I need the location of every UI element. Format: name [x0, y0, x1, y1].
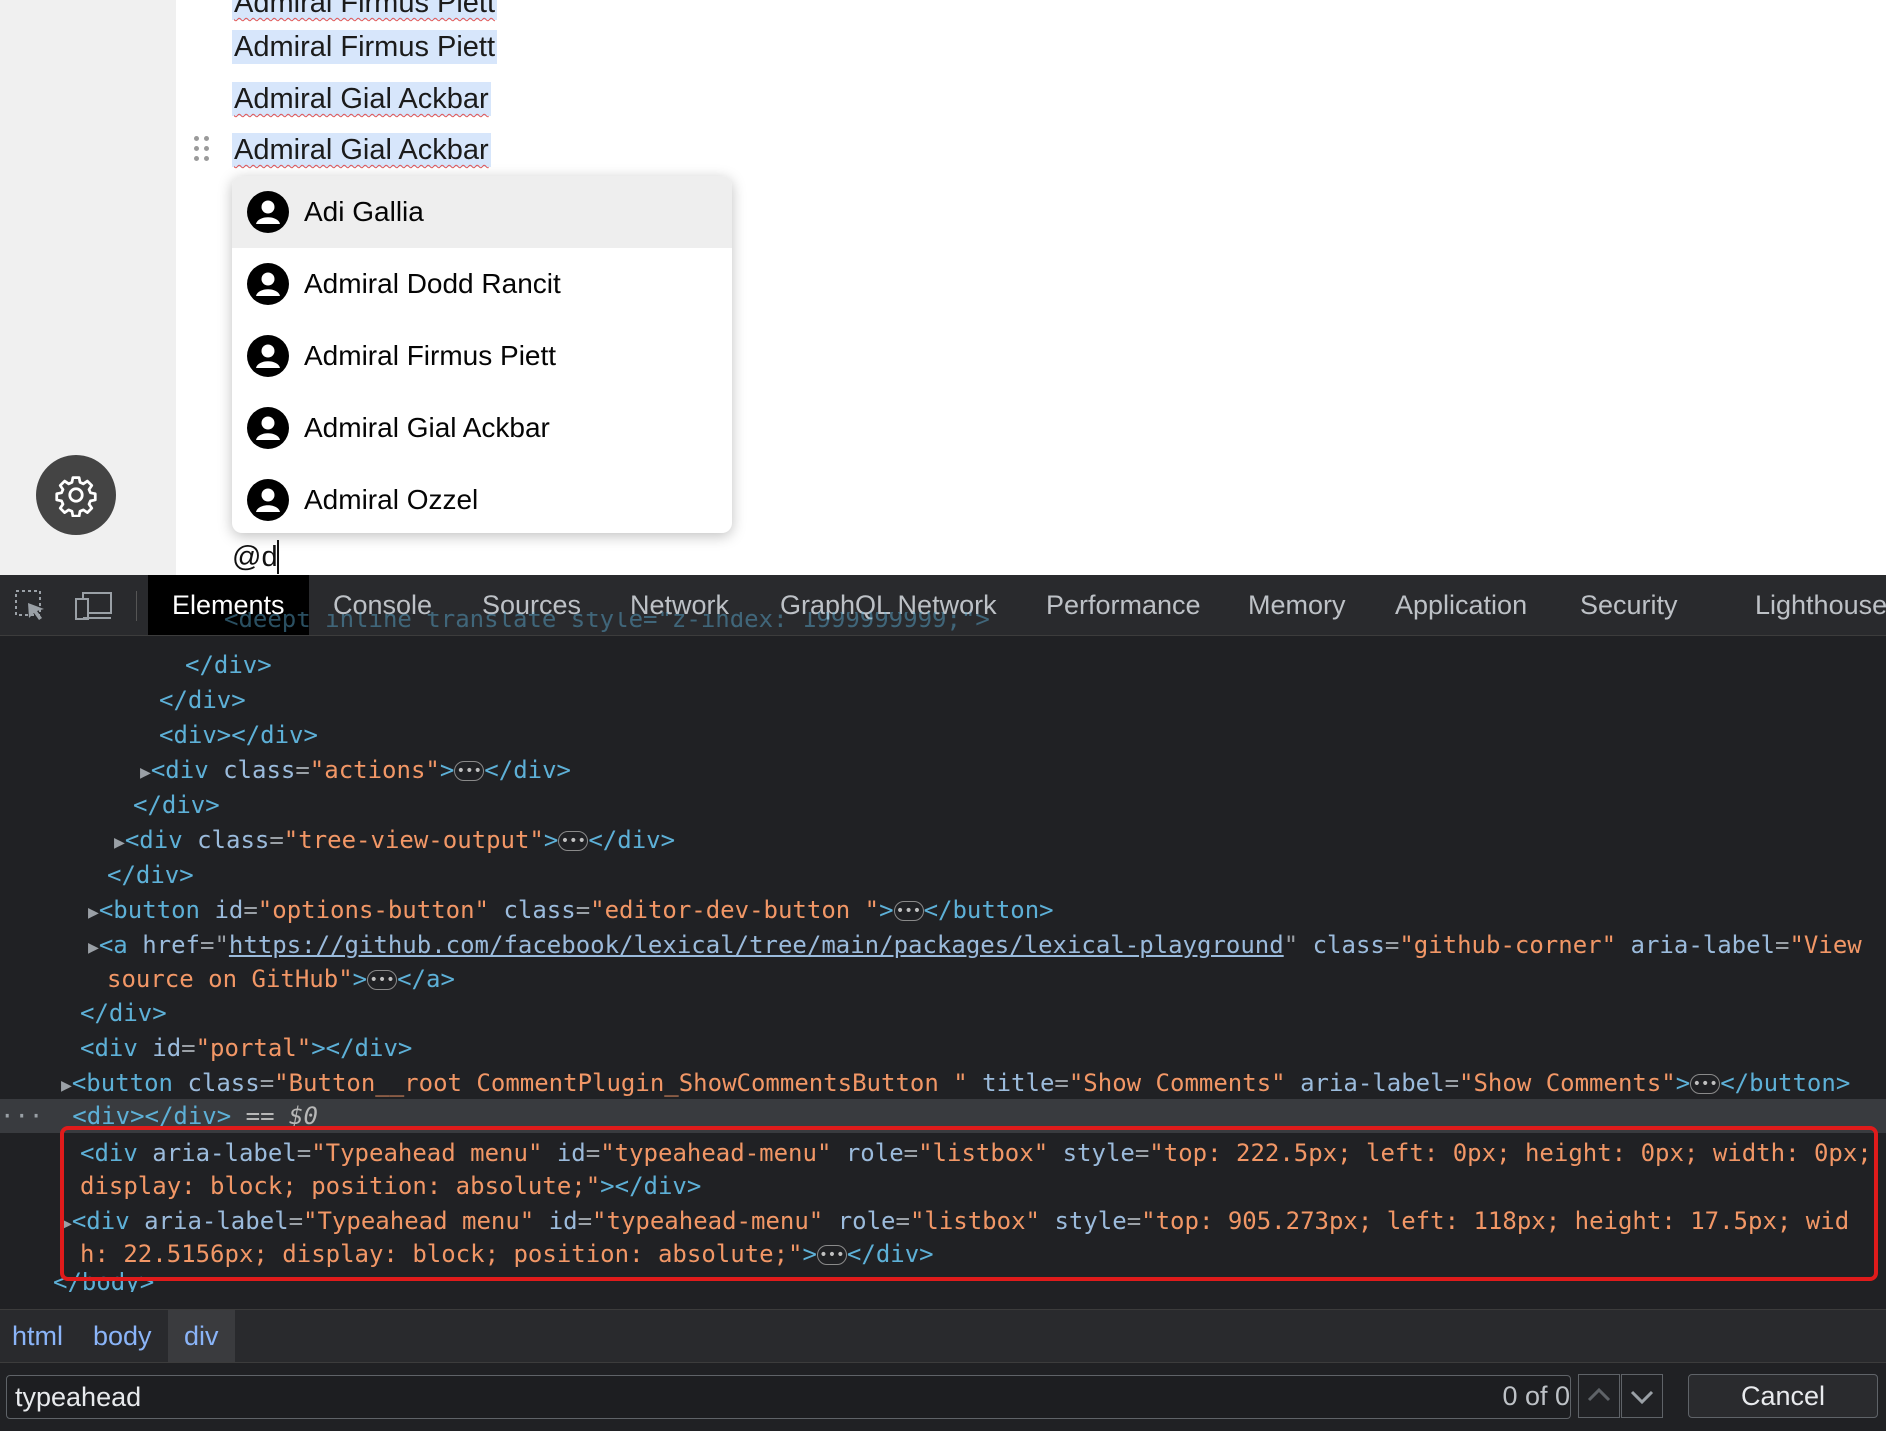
- editor-typed-text[interactable]: @d: [232, 540, 278, 574]
- typeahead-option-label: Admiral Gial Ackbar: [304, 412, 550, 443]
- typeahead-option-label: Admiral Firmus Piett: [304, 340, 557, 371]
- mention-chip[interactable]: Admiral Gial Ackbar: [232, 133, 491, 167]
- typeahead-option[interactable]: Admiral Gial Ackbar: [232, 392, 732, 464]
- dom-node-line[interactable]: </div>: [107, 858, 194, 892]
- dom-node-line[interactable]: ▶<div class="actions"> •••</div>: [140, 753, 571, 787]
- next-match-button[interactable]: [1621, 1374, 1663, 1418]
- breadcrumb-body[interactable]: body: [93, 1310, 152, 1362]
- user-avatar-icon: [247, 191, 289, 233]
- breadcrumb-html[interactable]: html: [12, 1310, 63, 1362]
- drag-handle-icon[interactable]: [194, 136, 212, 164]
- typeahead-option[interactable]: Adi Gallia: [232, 176, 732, 248]
- toolbar-separator: [136, 591, 137, 621]
- expand-triangle-icon[interactable]: ▶: [114, 832, 125, 853]
- annotation-highlight-box: [60, 1126, 1878, 1281]
- settings-button[interactable]: [36, 455, 116, 535]
- expand-triangle-icon[interactable]: ▶: [140, 762, 151, 783]
- breadcrumb: html body div: [0, 1309, 1886, 1362]
- dom-node-line[interactable]: ▶<a href="https://github.com/facebook/le…: [88, 928, 1862, 962]
- chevron-up-icon: [1587, 1387, 1611, 1402]
- typeahead-option[interactable]: Admiral Dodd Rancit: [232, 248, 732, 320]
- typeahead-option[interactable]: Admiral Firmus Piett: [232, 320, 732, 392]
- expand-triangle-icon[interactable]: ▶: [88, 937, 99, 958]
- tab-security[interactable]: Security: [1580, 575, 1678, 635]
- dom-node-line[interactable]: ▶<button id="options-button" class="edit…: [88, 893, 1054, 927]
- expand-triangle-icon[interactable]: ▶: [88, 902, 99, 923]
- typeahead-menu: Adi Gallia Admiral Dodd Rancit Admiral F…: [232, 176, 732, 533]
- previous-match-button[interactable]: [1578, 1374, 1620, 1418]
- user-avatar-icon: [247, 335, 289, 377]
- user-avatar-icon: [247, 479, 289, 521]
- dom-node-line[interactable]: ▶<button class="Button__root CommentPlug…: [61, 1066, 1850, 1100]
- collapsed-ellipsis-icon[interactable]: •••: [893, 901, 924, 921]
- typeahead-option-label: Admiral Ozzel: [304, 484, 479, 515]
- github-link[interactable]: https://github.com/facebook/lexical/tree…: [229, 931, 1284, 959]
- collapsed-ellipsis-icon[interactable]: •••: [454, 761, 485, 781]
- dom-node-line[interactable]: </div>: [159, 683, 246, 717]
- user-avatar-icon: [247, 263, 289, 305]
- typeahead-option-label: Adi Gallia: [304, 196, 424, 227]
- breadcrumb-div[interactable]: div: [168, 1310, 235, 1362]
- dom-node-line[interactable]: </div>: [133, 788, 220, 822]
- text-caret: [277, 540, 279, 574]
- tab-memory[interactable]: Memory: [1248, 575, 1346, 635]
- dom-node-line[interactable]: ▶<div class="tree-view-output"> •••</div>: [114, 823, 675, 857]
- mention-chip[interactable]: Admiral Gial Ackbar: [232, 82, 491, 116]
- collapsed-ellipsis-icon[interactable]: •••: [558, 831, 589, 851]
- search-input[interactable]: [6, 1375, 1571, 1419]
- tab-application[interactable]: Application: [1395, 575, 1527, 635]
- chevron-down-icon: [1630, 1390, 1654, 1405]
- tab-performance[interactable]: Performance: [1046, 575, 1201, 635]
- dom-node-line[interactable]: <div></div>: [159, 718, 318, 752]
- cancel-button[interactable]: Cancel: [1688, 1374, 1878, 1418]
- typeahead-option-label: Admiral Dodd Rancit: [304, 268, 561, 299]
- device-toolbar-icon[interactable]: [74, 589, 114, 623]
- dom-node-line[interactable]: source on GitHub"> •••</a>: [107, 962, 455, 996]
- gear-icon: [55, 476, 97, 517]
- tab-lighthouse[interactable]: Lighthouse: [1755, 575, 1886, 635]
- mention-chip[interactable]: Admiral Firmus Piett: [232, 30, 498, 64]
- dom-node-line: <deept inline translate style="z-index: …: [224, 612, 990, 633]
- expand-triangle-icon[interactable]: ▶: [61, 1075, 72, 1096]
- collapsed-ellipsis-icon[interactable]: •••: [367, 970, 398, 990]
- mention-chip[interactable]: Admiral Firmus Piett: [232, 0, 498, 20]
- match-count: 0 of 0: [1502, 1381, 1570, 1411]
- collapsed-ellipsis-icon[interactable]: •••: [1690, 1074, 1721, 1094]
- inspect-element-icon[interactable]: [14, 589, 48, 623]
- dom-node-line[interactable]: </div>: [80, 996, 167, 1030]
- user-avatar-icon: [247, 407, 289, 449]
- devtools-panel: Elements Console Sources Network GraphQL…: [0, 575, 1886, 1430]
- dom-node-line[interactable]: <div id="portal"></div>: [80, 1031, 412, 1065]
- dom-node-line[interactable]: </div>: [185, 648, 272, 682]
- typeahead-option[interactable]: Admiral Ozzel: [232, 464, 732, 533]
- editor-page: Admiral Firmus Piett Admiral Firmus Piet…: [0, 0, 1886, 575]
